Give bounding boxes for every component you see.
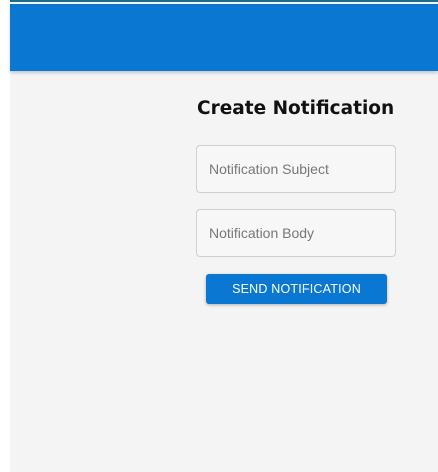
notification-body-input[interactable] xyxy=(196,209,396,257)
app-bar xyxy=(10,4,438,71)
send-notification-button[interactable]: SEND NOTIFICATION xyxy=(206,274,387,304)
notification-subject-input[interactable] xyxy=(196,145,396,193)
page-title: Create Notification xyxy=(197,98,395,119)
app-window: Create Notification SEND NOTIFICATION xyxy=(10,2,438,472)
